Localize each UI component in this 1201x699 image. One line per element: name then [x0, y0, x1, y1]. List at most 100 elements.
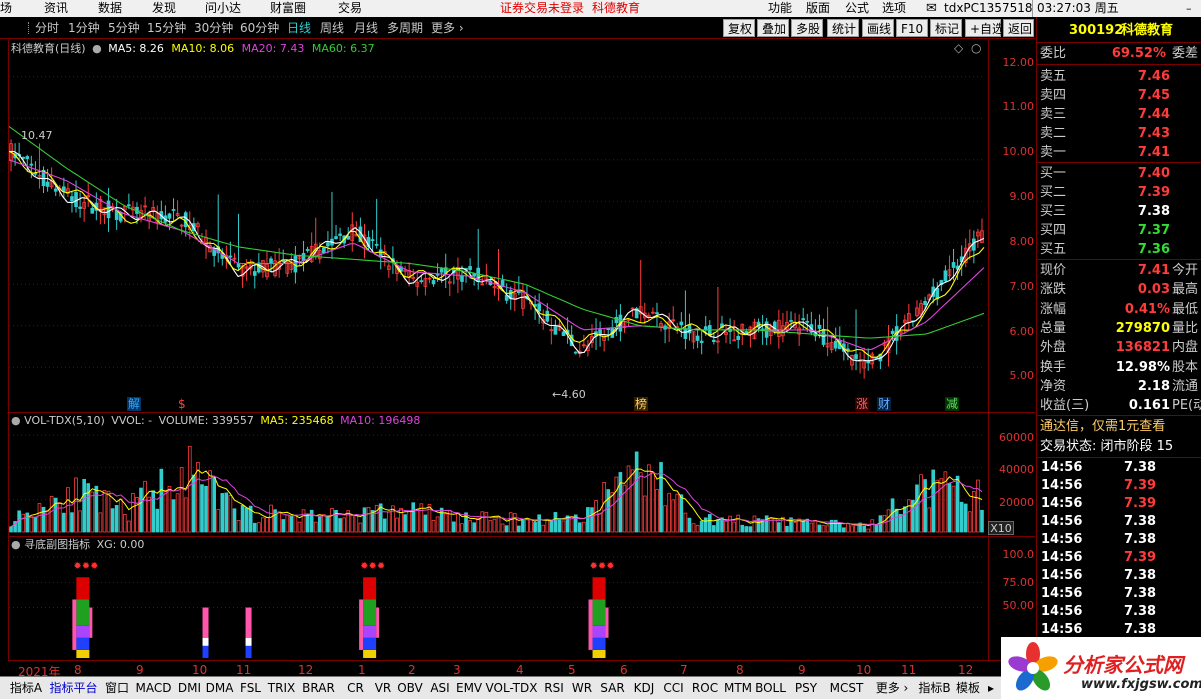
event-mark-unlock[interactable]: 解	[127, 397, 142, 411]
indicator-tab[interactable]: BRAR	[298, 679, 339, 697]
buy-level-row[interactable]: 买二 7.39	[1037, 183, 1201, 202]
buy-level-row[interactable]: 买五 7.36	[1037, 240, 1201, 259]
menu-options[interactable]: 选项	[882, 0, 906, 17]
indicator-tab[interactable]: OBV	[396, 679, 424, 697]
indicator-tab[interactable]: 指标A	[8, 679, 44, 697]
event-mark-reduce[interactable]: 减	[945, 397, 960, 411]
event-mark-board[interactable]: 榜	[634, 397, 649, 411]
indicator-tab[interactable]: BOLL	[755, 679, 786, 697]
indicator-tab[interactable]: KDJ	[630, 679, 658, 697]
indicator-tab[interactable]: 模板	[954, 679, 982, 697]
indicator-pane[interactable]: ✹✹✹ ✹✹✹ ✹✹✹ ● 寻底副图指标 XG: 0.00	[8, 537, 988, 660]
menu-trade[interactable]: 交易	[338, 0, 362, 17]
draw-line-button[interactable]: 画线	[862, 19, 894, 37]
sell-level-row[interactable]: 卖四 7.45	[1037, 86, 1201, 105]
period-15min[interactable]: 15分钟	[147, 20, 186, 36]
mail-icon[interactable]: ✉	[926, 0, 937, 17]
back-button[interactable]: 返回	[1003, 19, 1034, 37]
menu-news[interactable]: 资讯	[44, 0, 68, 17]
period-60min[interactable]: 60分钟	[240, 20, 279, 36]
event-mark-finance[interactable]: 财	[877, 397, 892, 411]
indicator-tab[interactable]: RSI	[541, 679, 567, 697]
indicator-tab[interactable]: DMA	[205, 679, 234, 697]
menu-market[interactable]: 场	[0, 0, 12, 17]
period-intraday[interactable]: 分时	[35, 20, 59, 36]
sell-level-row[interactable]: 卖二 7.43	[1037, 124, 1201, 143]
pane-diamond-icon[interactable]: ◇	[954, 41, 963, 55]
legend-toggle-icon[interactable]: ●	[11, 538, 21, 551]
period-daily[interactable]: 日线	[287, 20, 311, 36]
volume-bar	[825, 525, 830, 533]
indicator-tab[interactable]: 更多 ›	[869, 679, 915, 697]
menu-data[interactable]: 数据	[98, 0, 122, 17]
buy-level-row[interactable]: 买四 7.37	[1037, 221, 1201, 240]
volume-bar	[439, 507, 444, 533]
menu-ask-xiaoda[interactable]: 问小达	[205, 0, 241, 17]
login-notice[interactable]: 证券交易未登录	[500, 0, 584, 17]
menu-wealth-circle[interactable]: 财富圈	[270, 0, 306, 17]
buy-level-row[interactable]: 买三 7.38	[1037, 202, 1201, 221]
indicator-tab[interactable]: MACD	[133, 679, 174, 697]
signal-column-segment	[363, 649, 377, 658]
menu-discover[interactable]: 发现	[152, 0, 176, 17]
notice-row[interactable]: 通达信，仅需1元查看	[1037, 417, 1201, 436]
mark-button[interactable]: 标记	[930, 19, 962, 37]
indicator-tab[interactable]: 窗口	[103, 679, 131, 697]
pane-close-icon[interactable]: ○	[971, 41, 981, 55]
indicator-tab[interactable]: 指标平台	[46, 679, 101, 697]
add-watchlist-button[interactable]: +自选	[965, 19, 1004, 37]
overlay-button[interactable]: 叠加	[757, 19, 789, 37]
f10-button[interactable]: F10	[896, 19, 928, 37]
multi-stock-button[interactable]: 多股	[791, 19, 823, 37]
indicator-tab[interactable]: EMV	[456, 679, 482, 697]
adjust-rights-button[interactable]: 复权	[723, 19, 755, 37]
indicator-tab[interactable]: CCI	[660, 679, 687, 697]
period-monthly[interactable]: 月线	[354, 20, 378, 36]
quote-stat-value: 0.41%	[1124, 301, 1170, 317]
kline-pane[interactable]: 科德教育(日线) ● MA5: 8.26 MA10: 8.06 MA20: 7.…	[8, 40, 988, 412]
volume-bar	[504, 525, 509, 533]
indicator-tab[interactable]: DMI	[176, 679, 203, 697]
buy-level-row[interactable]: 买一 7.40	[1037, 164, 1201, 183]
legend-toggle-icon[interactable]: ●	[11, 414, 21, 427]
window-min-icon[interactable]: –	[1186, 0, 1192, 17]
indicator-tab[interactable]: VR	[372, 679, 394, 697]
sell-level-row[interactable]: 卖五 7.46	[1037, 67, 1201, 86]
statistics-button[interactable]: 统计	[827, 19, 859, 37]
indicator-tab[interactable]: MTM	[723, 679, 753, 697]
indicator-tab[interactable]: PSY	[788, 679, 824, 697]
tab-scroll-right-icon[interactable]: ▸	[983, 679, 999, 697]
tick-trade-row: 14:56 7.39	[1037, 477, 1201, 495]
sell-level-label: 卖一	[1040, 145, 1067, 160]
candle-body	[269, 258, 273, 264]
menu-layout[interactable]: 版面	[806, 0, 830, 17]
period-multi[interactable]: 多周期	[387, 20, 423, 36]
indicator-tab[interactable]: SAR	[597, 679, 628, 697]
sell-level-row[interactable]: 卖三 7.44	[1037, 105, 1201, 124]
period-more[interactable]: 更多 ›	[431, 20, 464, 36]
event-mark-dividend[interactable]: $	[177, 397, 187, 411]
indicator-tab[interactable]: CR	[341, 679, 370, 697]
indicator-tab[interactable]: 指标B	[917, 679, 952, 697]
indicator-tab[interactable]: ROC	[689, 679, 721, 697]
indicator-tab[interactable]: VOL-TDX	[484, 679, 539, 697]
indicator-tab[interactable]: TRIX	[267, 679, 296, 697]
indicator-tab[interactable]: ASI	[426, 679, 454, 697]
period-weekly[interactable]: 周线	[320, 20, 344, 36]
volume-pane[interactable]: ● VOL-TDX(5,10) VVOL: - VOLUME: 339557 M…	[8, 413, 988, 536]
legend-toggle-icon[interactable]: ●	[92, 42, 102, 55]
volume-bar	[240, 504, 245, 533]
volume-bar	[382, 518, 387, 533]
event-mark-rise[interactable]: 涨	[855, 397, 870, 411]
menu-function[interactable]: 功能	[768, 0, 792, 17]
period-30min[interactable]: 30分钟	[194, 20, 233, 36]
indicator-tab[interactable]: WR	[569, 679, 595, 697]
menu-formula[interactable]: 公式	[845, 0, 869, 17]
candle-body	[679, 321, 684, 326]
indicator-tab[interactable]: FSL	[236, 679, 265, 697]
sell-level-row[interactable]: 卖一 7.41	[1037, 143, 1201, 162]
period-1min[interactable]: 1分钟	[68, 20, 100, 36]
indicator-tab[interactable]: MCST	[826, 679, 867, 697]
period-5min[interactable]: 5分钟	[108, 20, 140, 36]
notice-text[interactable]: 通达信，仅需1元查看	[1040, 417, 1165, 436]
